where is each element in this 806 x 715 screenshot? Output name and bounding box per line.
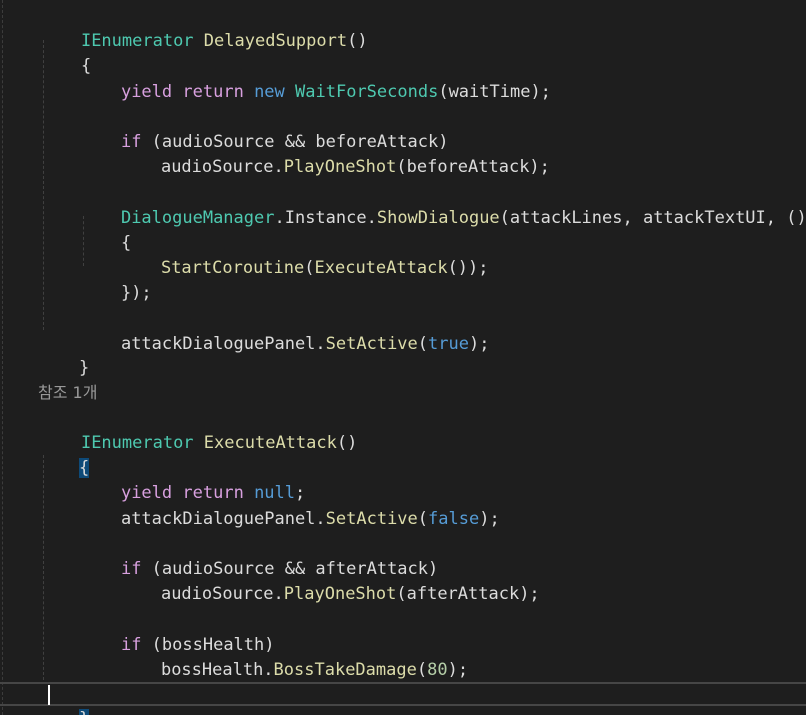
keyword-true: true — [428, 334, 469, 354]
code-line-showdialogue[interactable]: DialogueManager.Instance.ShowDialogue(at… — [80, 181, 806, 228]
punct: ( — [304, 258, 315, 278]
punct: ); — [447, 660, 469, 680]
punct: ( — [417, 334, 429, 354]
args: (afterAttack); — [396, 584, 540, 604]
code-line-bosstakedamage[interactable]: bossHealth.BossTakeDamage(80); — [120, 633, 468, 680]
method-name: SetActive — [325, 334, 418, 354]
number-literal: 80 — [427, 660, 448, 680]
method-name: StartCoroutine — [160, 258, 305, 278]
code-line-if[interactable]: if (audioSource && beforeAttack) — [80, 105, 449, 152]
object: audioSource. — [160, 157, 284, 177]
code-line-if[interactable]: if (audioSource && afterAttack) — [80, 532, 438, 579]
code-line-method-signature[interactable]: IEnumerator ExecuteAttack() — [40, 406, 357, 453]
method-name: ExecuteAttack — [203, 433, 337, 453]
reference-count-link[interactable]: 참조 1개 — [38, 380, 97, 405]
brace: } — [78, 358, 90, 378]
method-name: PlayOneShot — [283, 157, 397, 177]
keyword-false: false — [428, 509, 480, 529]
code-line-lambda-open[interactable]: { — [80, 206, 131, 253]
punct: ( — [417, 509, 429, 529]
code-line-yield[interactable]: yield return new WaitForSeconds(waitTime… — [80, 55, 551, 102]
text-caret — [48, 685, 50, 705]
keyword-yield: yield — [120, 82, 173, 102]
punct: ); — [479, 509, 500, 529]
method-name: PlayOneShot — [283, 584, 397, 604]
args: (attackLines, attackTextUI, () => — [499, 208, 806, 228]
code-line-lambda-close[interactable]: }); — [80, 256, 152, 303]
args: (beforeAttack); — [396, 157, 550, 177]
matched-brace: } — [78, 709, 90, 715]
punct: ()); — [447, 258, 489, 278]
punct: }); — [120, 283, 152, 303]
method-name: ShowDialogue — [376, 208, 500, 228]
code-line-playoneshot[interactable]: audioSource.PlayOneShot(afterAttack); — [120, 557, 540, 604]
code-line-method-signature[interactable]: IEnumerator DelayedSupport() — [40, 4, 368, 51]
code-editor[interactable]: IEnumerator DelayedSupport() { yield ret… — [0, 0, 806, 715]
type-token: IEnumerator — [80, 433, 194, 453]
keyword-new: new — [254, 82, 285, 102]
method-name: ExecuteAttack — [314, 258, 448, 278]
code-line-startcoroutine[interactable]: StartCoroutine(ExecuteAttack()); — [120, 231, 489, 278]
method-name: BossTakeDamage — [273, 660, 417, 680]
current-line-highlight — [0, 682, 806, 706]
punct: ); — [468, 334, 490, 354]
punct: ( — [416, 660, 428, 680]
type-token: WaitForSeconds — [295, 82, 439, 102]
code-line-playoneshot[interactable]: audioSource.PlayOneShot(beforeAttack); — [120, 130, 550, 177]
gutter-border — [2, 0, 3, 715]
type-token: DialogueManager — [120, 208, 275, 228]
type-token: IEnumerator — [80, 31, 194, 51]
code-line-setactive-true[interactable]: attackDialoguePanel.SetActive(true); — [80, 307, 490, 354]
object: bossHealth. — [160, 660, 274, 680]
method-name: DelayedSupport — [203, 31, 348, 51]
args: (waitTime); — [438, 82, 551, 102]
code-line-setactive-false[interactable]: attackDialoguePanel.SetActive(false); — [80, 482, 500, 529]
code-line-open-brace[interactable]: { — [40, 29, 91, 76]
object: attackDialoguePanel. — [120, 509, 326, 529]
code-line-close-brace[interactable]: } — [38, 331, 89, 378]
punct: () — [347, 31, 368, 51]
keyword-return: return — [182, 82, 244, 102]
punct: () — [336, 433, 358, 453]
object: audioSource. — [160, 584, 284, 604]
code-line-if[interactable]: if (bossHealth) — [80, 608, 275, 655]
method-name: SetActive — [325, 509, 418, 529]
code-line-yield-null[interactable]: yield return null; — [80, 456, 305, 503]
member: .Instance. — [274, 208, 377, 228]
code-line-close-brace[interactable]: } — [38, 682, 90, 715]
object: attackDialoguePanel. — [120, 334, 326, 354]
code-line-open-brace[interactable]: { — [38, 431, 90, 478]
